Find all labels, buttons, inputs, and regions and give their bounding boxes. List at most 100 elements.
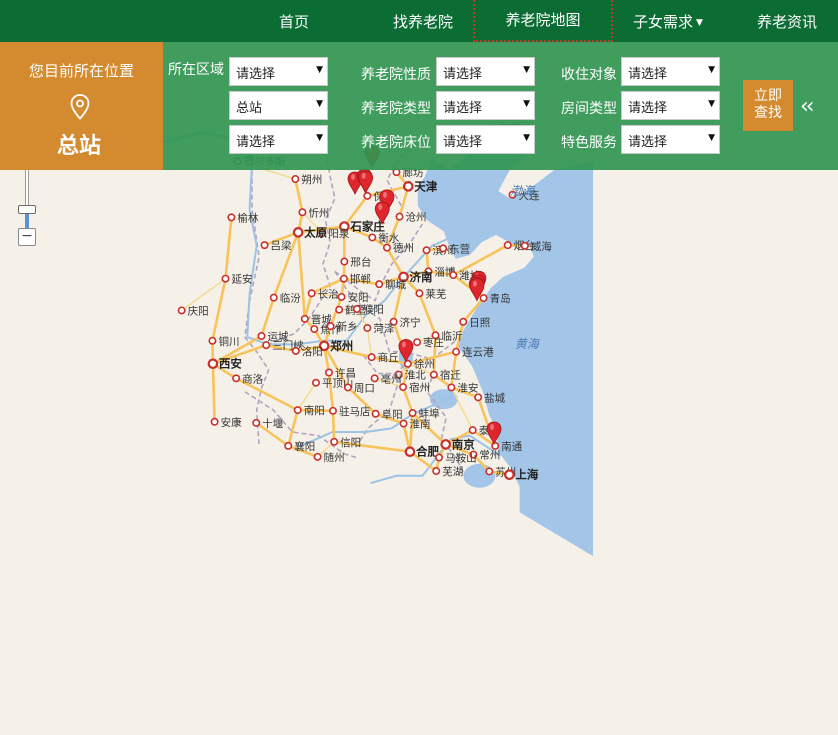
double-chevron-left-icon[interactable]: ‹‹ bbox=[800, 94, 828, 119]
city-dot bbox=[340, 257, 349, 266]
city-dot bbox=[368, 233, 377, 242]
nav-map[interactable]: 养老院地图 bbox=[473, 0, 613, 42]
city-label: 日照 bbox=[469, 317, 490, 329]
city-label: 天津 bbox=[414, 179, 437, 193]
city-dot bbox=[298, 208, 307, 217]
city-dot bbox=[440, 439, 452, 450]
nav-find-home[interactable]: 找养老院 bbox=[382, 0, 464, 42]
search-button[interactable]: 立即 查找 bbox=[743, 80, 793, 131]
city-dot bbox=[328, 406, 337, 415]
zoom-slider-handle[interactable] bbox=[18, 204, 36, 214]
highway bbox=[331, 410, 336, 442]
sea-label: 黄海 bbox=[515, 337, 541, 351]
city-label: 宿迁 bbox=[440, 369, 461, 382]
city-dot bbox=[311, 378, 320, 387]
dropdown-arrow-icon: ▼ bbox=[708, 99, 715, 109]
current-location-box[interactable]: 您目前所在位置 总站 bbox=[0, 42, 163, 170]
region-province-select[interactable]: 请选择 ▼ bbox=[229, 57, 328, 86]
region-site-select[interactable]: 总站 ▼ bbox=[229, 91, 328, 120]
bed-label: 养老院床位 bbox=[361, 135, 431, 151]
marker-highlight bbox=[401, 341, 406, 348]
city-label: 濮阳 bbox=[363, 303, 384, 316]
nav-news[interactable]: 养老资讯 bbox=[746, 0, 828, 42]
region-district-select[interactable]: 请选择 ▼ bbox=[229, 125, 328, 154]
marker-highlight bbox=[351, 174, 356, 181]
city-label: 莱芜 bbox=[425, 287, 446, 300]
city-dot bbox=[232, 374, 241, 383]
city-label: 连云港 bbox=[462, 346, 494, 359]
city-label: 淮南 bbox=[410, 418, 431, 431]
city-dot bbox=[370, 374, 379, 383]
city-dot bbox=[399, 383, 408, 392]
city-label: 榆林 bbox=[237, 211, 258, 224]
city-label: 长治 bbox=[318, 287, 339, 300]
top-nav: 首页 找养老院 养老院地图 子女需求 ▼ 养老资讯 bbox=[0, 0, 838, 42]
city-dot bbox=[310, 325, 319, 334]
city-dot bbox=[293, 406, 302, 415]
map-pin-icon bbox=[70, 94, 90, 120]
city-dot bbox=[210, 417, 219, 426]
city-dot bbox=[371, 409, 380, 418]
city-dot bbox=[503, 241, 512, 250]
city-dot bbox=[352, 304, 361, 313]
city-label: 威海 bbox=[531, 240, 552, 253]
target-label: 收住对象 bbox=[561, 67, 617, 83]
city-dot bbox=[382, 243, 391, 252]
city-dot bbox=[262, 341, 271, 350]
nav-children-needs[interactable]: 子女需求 ▼ bbox=[620, 0, 716, 42]
city-dot bbox=[474, 393, 483, 402]
region-label: 所在区域 bbox=[168, 62, 224, 78]
city-dot bbox=[415, 289, 424, 298]
city-label: 常州 bbox=[479, 449, 500, 462]
city-label: 上海 bbox=[515, 468, 538, 482]
bed-select[interactable]: 请选择 ▼ bbox=[436, 125, 535, 154]
city-label: 沧州 bbox=[406, 211, 427, 224]
city-dot bbox=[291, 175, 300, 184]
nav-home[interactable]: 首页 bbox=[258, 0, 330, 42]
zoom-slider-fill bbox=[25, 213, 29, 228]
city-label: 西安 bbox=[219, 357, 242, 371]
city-label: 朔州 bbox=[301, 173, 322, 186]
city-dot bbox=[367, 353, 376, 362]
city-label: 青岛 bbox=[490, 292, 511, 305]
city-label: 临沂 bbox=[442, 329, 463, 342]
city-dot bbox=[449, 271, 458, 280]
city-label: 信阳 bbox=[340, 437, 361, 449]
nature-label: 养老院性质 bbox=[361, 67, 431, 83]
service-select[interactable]: 请选择 ▼ bbox=[621, 125, 720, 154]
city-dot bbox=[399, 419, 408, 428]
city-dot bbox=[452, 347, 461, 356]
city-dot bbox=[260, 241, 269, 250]
city-dot bbox=[439, 244, 448, 253]
city-dot bbox=[479, 294, 488, 303]
city-label: 淮安 bbox=[457, 381, 478, 394]
type-select[interactable]: 请选择 ▼ bbox=[436, 91, 535, 120]
city-label: 石家庄 bbox=[349, 220, 385, 234]
city-dot bbox=[300, 314, 309, 323]
city-dot bbox=[429, 370, 438, 379]
dropdown-arrow-icon: ▼ bbox=[316, 133, 323, 143]
city-dot bbox=[404, 446, 416, 458]
city-dot bbox=[468, 426, 477, 435]
target-select[interactable]: 请选择 ▼ bbox=[621, 57, 720, 86]
taihu-lake bbox=[463, 463, 496, 488]
zoom-out-button[interactable]: − bbox=[18, 228, 36, 246]
city-label: 庆阳 bbox=[188, 304, 209, 317]
marker-highlight bbox=[361, 172, 366, 179]
city-dot bbox=[504, 469, 515, 481]
city-label: 芜湖 bbox=[442, 465, 463, 478]
city-label: 亳州 bbox=[381, 372, 402, 385]
city-label: 济宁 bbox=[400, 316, 421, 329]
city-label: 驻马店 bbox=[339, 405, 371, 418]
city-dot bbox=[422, 246, 431, 255]
city-dot bbox=[326, 322, 335, 331]
city-label: 菏泽 bbox=[373, 323, 394, 335]
city-label: 阳泉 bbox=[328, 227, 349, 240]
nature-select[interactable]: 请选择 ▼ bbox=[436, 57, 535, 86]
room-select[interactable]: 请选择 ▼ bbox=[621, 91, 720, 120]
city-dot bbox=[269, 293, 278, 302]
city-label: 南阳 bbox=[304, 404, 325, 417]
city-dot bbox=[408, 409, 417, 418]
sea-label: 渤海 bbox=[510, 184, 536, 198]
city-label: 安阳 bbox=[348, 291, 369, 304]
